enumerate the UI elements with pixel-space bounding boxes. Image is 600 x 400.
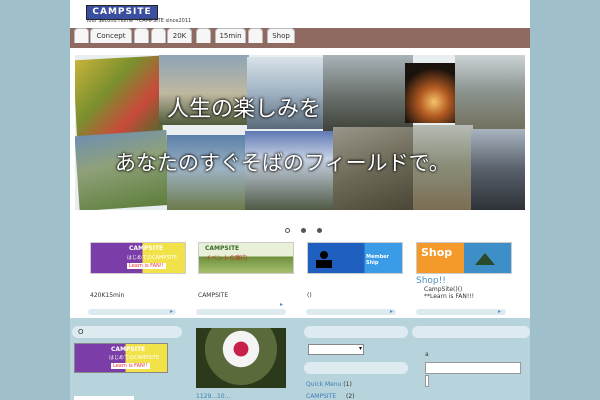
arrow-right-icon[interactable]: ▸	[498, 308, 501, 315]
feature-column: CAMPSITE はじめてのCAMPSITE Learn is FAN!! 42…	[90, 242, 186, 299]
arrow-right-icon[interactable]: ▸	[280, 301, 283, 308]
category-select[interactable]: ▾	[308, 344, 364, 355]
banner-subtext: はじめてのCAMPSITE	[109, 355, 160, 361]
feature-description: CampSite()() **Learn is FAN!!!	[424, 286, 475, 300]
arrow-right-icon[interactable]: ▸	[170, 308, 173, 315]
footer-widgets: O CAMPSITE はじめてのCAMPSITE Learn is FAN!! …	[70, 318, 530, 400]
event-photo[interactable]	[196, 328, 286, 388]
campsite-guide-banner[interactable]: CAMPSITE はじめてのCAMPSITE Learn is FAN!!	[90, 242, 186, 274]
feature-caption: 420K15min	[90, 292, 125, 299]
slider-pagination	[285, 218, 328, 237]
photo-collage-tile	[323, 55, 413, 133]
nav-tab-2[interactable]	[134, 28, 149, 43]
nav-tab-20k[interactable]: 20K	[167, 28, 192, 43]
nav-tab-3[interactable]	[151, 28, 166, 43]
widget-heading: O	[72, 326, 182, 338]
banner-subtext: はじめてのCAMPSITE	[127, 255, 178, 261]
feature-caption: ()	[307, 292, 312, 299]
hero-slider[interactable]: 人生の楽しみを あなたのすぐそばのフィールドで。	[75, 55, 525, 210]
feature-column: Member Ship ()	[307, 242, 403, 299]
nav-tab-15min[interactable]: 15min	[215, 28, 246, 43]
slider-dot[interactable]	[301, 228, 307, 233]
page: CAMPSITE Your Second Home ~CAMPSITE sinc…	[70, 0, 530, 400]
photo-collage-tile	[455, 55, 525, 135]
widget-heading	[304, 362, 408, 374]
category-link-campsite[interactable]: CAMPSITE (2)	[306, 393, 355, 400]
campsite-guide-banner[interactable]: CAMPSITE はじめてのCAMPSITE Learn is FAN!!	[74, 343, 168, 373]
feature-column: Shop Shop!! CampSite()() **Learn is FAN!…	[416, 242, 512, 300]
banner-logo-text: CAMPSITE	[205, 245, 240, 252]
event-info-banner[interactable]: CAMPSITE イベントの案内	[198, 242, 294, 274]
photo-collage-tile	[75, 55, 163, 139]
person-icon	[320, 251, 328, 259]
banner-logo-text: CAMPSITE	[129, 245, 164, 252]
widget-label: a	[425, 351, 429, 358]
chevron-down-icon: ▾	[358, 345, 362, 352]
feature-column: CAMPSITE イベントの案内 CAMPSITE	[198, 242, 294, 299]
nav-tab-7[interactable]	[248, 28, 263, 43]
nav-tab-home[interactable]	[74, 28, 89, 43]
banner-logo-text: Shop	[421, 246, 453, 259]
slider-headline-line2: あなたのすぐそばのフィールドで。	[115, 151, 450, 175]
feature-caption: CAMPSITE	[198, 292, 229, 299]
search-input[interactable]	[425, 362, 521, 374]
shop-banner[interactable]: Shop	[416, 242, 512, 274]
widget-heading	[412, 326, 530, 338]
category-link-quick-menu[interactable]: Quick Menu (1)	[306, 381, 352, 388]
more-link-bar[interactable]	[306, 309, 396, 315]
monitor-icon	[316, 260, 332, 268]
more-link-bar[interactable]	[196, 309, 286, 315]
more-link-bar[interactable]	[88, 309, 176, 315]
nav-tab-shop[interactable]: Shop	[267, 28, 295, 43]
event-photo-caption[interactable]: 1129...10...	[196, 393, 230, 400]
slider-headline-line1: 人生の楽しみを	[167, 97, 322, 122]
site-header: CAMPSITE Your Second Home ~CAMPSITE sinc…	[70, 0, 530, 28]
widget-input[interactable]	[74, 396, 134, 400]
banner-tag: Learn is FAN!!	[127, 263, 166, 269]
nav-tab-concept[interactable]: Concept	[90, 28, 132, 43]
more-link-bar[interactable]	[416, 309, 506, 315]
banner-logo-text: CAMPSITE	[111, 346, 146, 353]
nav-tab-5[interactable]	[196, 28, 211, 43]
banner-subtext: イベントの案内	[205, 255, 248, 262]
widget-heading	[304, 326, 408, 338]
banner-logo-text: Member Ship	[366, 254, 390, 266]
arrow-right-icon[interactable]: ▸	[390, 308, 393, 315]
scroll-handle[interactable]	[425, 375, 429, 387]
membership-banner[interactable]: Member Ship	[307, 242, 403, 274]
photo-collage-tile	[471, 129, 525, 210]
site-tagline: Your Second Home ~CAMPSITE since2011	[86, 18, 192, 24]
tent-icon	[475, 253, 495, 265]
slider-dot[interactable]	[317, 228, 323, 233]
feature-title[interactable]: Shop!!	[416, 276, 510, 286]
banner-tag: Learn is FAN!!	[111, 363, 150, 369]
slider-dot[interactable]	[285, 228, 290, 233]
